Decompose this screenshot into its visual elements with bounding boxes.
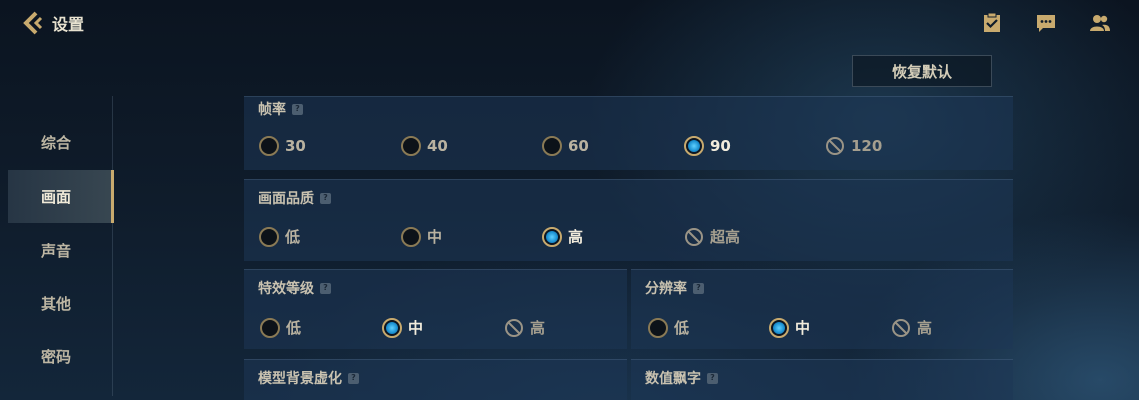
effects-panel: 特效等级 ? 低 中 高: [244, 269, 627, 349]
friends-button[interactable]: [1087, 10, 1113, 36]
option-label: 中: [408, 319, 424, 337]
friends-icon: [1090, 15, 1110, 31]
radio-selected-icon: [542, 226, 562, 247]
effects-title: 特效等级: [258, 281, 314, 297]
radio-selected-icon: [382, 317, 402, 338]
radio-selected-icon: [684, 136, 704, 156]
framerate-title: 帧率: [258, 102, 286, 118]
quality-title: 画面品质: [258, 191, 314, 207]
damage-numbers-title: 数值飘字: [645, 371, 701, 387]
sidebar-item-other[interactable]: 其他: [8, 277, 114, 330]
help-icon[interactable]: ?: [320, 282, 331, 294]
back-chevron-icon: [23, 11, 43, 35]
option-label: 30: [285, 137, 306, 155]
chat-button[interactable]: [1033, 10, 1059, 36]
quality-option-high[interactable]: 高: [542, 226, 583, 247]
back-button[interactable]: 设置: [20, 10, 84, 36]
radio-unselected-icon: [259, 226, 279, 247]
sidebar-item-graphics[interactable]: 画面: [8, 170, 114, 223]
sidebar-item-password[interactable]: 密码: [8, 330, 114, 383]
option-label: 低: [674, 319, 690, 337]
top-bar: 设置: [0, 0, 1139, 46]
radio-unselected-icon: [260, 317, 280, 338]
radio-unselected-icon: [401, 226, 421, 247]
option-label: 40: [427, 137, 448, 155]
framerate-option-120: 120: [825, 136, 882, 156]
framerate-option-90[interactable]: 90: [684, 136, 731, 156]
resolution-panel: 分辨率 ? 低 中 高: [631, 269, 1013, 349]
option-label: 高: [568, 228, 584, 246]
option-label: 60: [568, 137, 589, 155]
resolution-option-low[interactable]: 低: [648, 317, 689, 338]
radio-unselected-icon: [542, 136, 562, 156]
chat-icon: [1037, 15, 1055, 32]
effects-option-medium[interactable]: 中: [382, 317, 423, 338]
model-bg-blur-panel: 模型背景虚化 ?: [244, 359, 627, 400]
disabled-icon: [505, 318, 523, 337]
quality-option-medium[interactable]: 中: [401, 226, 442, 247]
resolution-title: 分辨率: [645, 281, 687, 297]
checklist-button[interactable]: [979, 10, 1005, 36]
help-icon[interactable]: ?: [292, 103, 303, 115]
option-label: 超高: [710, 228, 741, 246]
effects-option-low[interactable]: 低: [260, 317, 301, 338]
resolution-option-high: 高: [891, 317, 932, 338]
quality-option-low[interactable]: 低: [259, 226, 300, 247]
option-label: 120: [851, 137, 883, 155]
sidebar-item-sound[interactable]: 声音: [8, 224, 114, 277]
disabled-icon: [892, 318, 910, 337]
option-label: 高: [917, 319, 933, 337]
framerate-panel: 帧率 ? 30 40 60 90 120: [244, 96, 1013, 170]
help-icon[interactable]: ?: [707, 372, 718, 384]
framerate-option-30[interactable]: 30: [259, 136, 306, 156]
sidebar-item-general[interactable]: 综合: [8, 116, 114, 169]
radio-unselected-icon: [648, 317, 668, 338]
radio-selected-icon: [769, 317, 789, 338]
checklist-icon: [984, 12, 1000, 32]
help-icon[interactable]: ?: [320, 192, 331, 204]
option-label: 90: [710, 137, 731, 155]
option-label: 低: [286, 319, 302, 337]
damage-numbers-panel: 数值飘字 ?: [631, 359, 1013, 400]
quality-panel: 画面品质 ? 低 中 高 超高: [244, 179, 1013, 261]
framerate-option-40[interactable]: 40: [401, 136, 448, 156]
option-label: 高: [530, 319, 546, 337]
model-bg-blur-title: 模型背景虚化: [258, 371, 342, 387]
reset-defaults-button[interactable]: 恢复默认: [852, 55, 992, 87]
option-label: 中: [795, 319, 811, 337]
option-label: 低: [285, 228, 301, 246]
option-label: 中: [427, 228, 443, 246]
radio-unselected-icon: [259, 136, 279, 156]
disabled-icon: [826, 137, 844, 155]
radio-unselected-icon: [401, 136, 421, 156]
disabled-icon: [685, 227, 703, 246]
quality-option-ultra: 超高: [684, 226, 740, 247]
resolution-option-medium[interactable]: 中: [769, 317, 810, 338]
page-title: 设置: [52, 15, 85, 34]
effects-option-high: 高: [504, 317, 545, 338]
help-icon[interactable]: ?: [693, 282, 704, 294]
help-icon[interactable]: ?: [348, 372, 359, 384]
framerate-option-60[interactable]: 60: [542, 136, 589, 156]
